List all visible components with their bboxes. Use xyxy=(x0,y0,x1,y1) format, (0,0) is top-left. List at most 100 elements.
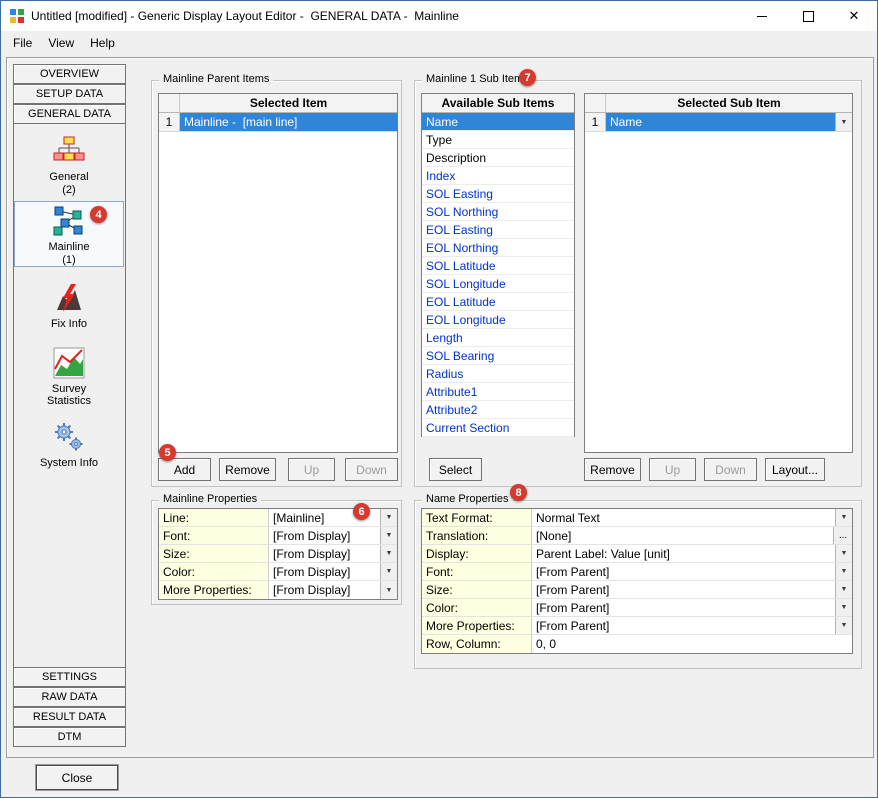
layout-button[interactable]: Layout... xyxy=(765,458,825,481)
sidebar-button-dtm[interactable]: DTM xyxy=(13,727,126,747)
property-label: Display: xyxy=(422,545,532,562)
list-item[interactable]: Current Section xyxy=(422,419,574,437)
list-item[interactable]: EOL Northing xyxy=(422,239,574,257)
menu-view[interactable]: View xyxy=(40,33,82,53)
dropdown-button[interactable]: ▼ xyxy=(835,599,852,616)
ellipsis-button[interactable]: ... xyxy=(833,527,852,544)
app-icon xyxy=(9,8,25,24)
dropdown-button[interactable]: ▼ xyxy=(380,527,397,544)
size-select[interactable]: [From Display] ▼ xyxy=(269,545,397,562)
list-item[interactable]: EOL Longitude xyxy=(422,311,574,329)
list-item[interactable]: Index xyxy=(422,167,574,185)
sidebar-button-settings[interactable]: SETTINGS xyxy=(13,667,126,687)
up-parent-button[interactable]: Up xyxy=(288,458,335,481)
list-item[interactable]: Type xyxy=(422,131,574,149)
selected-sub-item-table[interactable]: Selected Sub Item 1 Name ▼ xyxy=(584,93,853,453)
list-item[interactable]: Name xyxy=(422,113,574,131)
selected-sub-item-value[interactable]: Name xyxy=(606,113,835,131)
property-value: Parent Label: Value [unit] xyxy=(532,547,835,561)
property-label: More Properties: xyxy=(159,581,269,599)
list-item[interactable]: SOL Northing xyxy=(422,203,574,221)
list-item[interactable]: EOL Latitude xyxy=(422,293,574,311)
minimize-button[interactable] xyxy=(739,1,785,31)
more-properties-select[interactable]: [From Display] ▼ xyxy=(269,581,397,599)
name-properties-group-title: Name Properties xyxy=(422,493,513,505)
list-item[interactable]: EOL Easting xyxy=(422,221,574,239)
sidebar-item-mainline[interactable]: Mainline (1) xyxy=(14,201,124,267)
sidebar-button-result-data[interactable]: RESULT DATA xyxy=(13,707,126,727)
list-item[interactable]: Length xyxy=(422,329,574,347)
sidebar-button-general-data[interactable]: GENERAL DATA xyxy=(13,104,126,124)
dropdown-button[interactable]: ▼ xyxy=(835,545,852,562)
display-select[interactable]: Parent Label: Value [unit] ▼ xyxy=(532,545,852,562)
property-label: Line: xyxy=(159,509,269,526)
list-item[interactable]: SOL Latitude xyxy=(422,257,574,275)
list-item[interactable]: SOL Longitude xyxy=(422,275,574,293)
sidebar-item-label: System Info xyxy=(40,457,98,469)
up-sub-button[interactable]: Up xyxy=(649,458,696,481)
remove-parent-button[interactable]: Remove xyxy=(219,458,276,481)
table-row[interactable]: 1 Mainline - [main line] xyxy=(159,113,397,132)
property-row: Size: [From Parent] ▼ xyxy=(422,581,852,599)
list-item[interactable]: Radius xyxy=(422,365,574,383)
menu-file[interactable]: File xyxy=(5,33,40,53)
property-value: [From Parent] xyxy=(532,565,835,579)
sidebar-button-overview[interactable]: OVERVIEW xyxy=(13,64,126,84)
parent-items-table[interactable]: Selected Item 1 Mainline - [main line] xyxy=(158,93,398,453)
dropdown-button[interactable]: ▼ xyxy=(380,509,397,526)
text-format-select[interactable]: Normal Text ▼ xyxy=(532,509,852,526)
mainline-properties-group-title: Mainline Properties xyxy=(159,493,261,505)
maximize-button[interactable] xyxy=(785,1,831,31)
close-button[interactable]: Close xyxy=(36,765,118,790)
menu-help[interactable]: Help xyxy=(82,33,123,53)
font-select[interactable]: [From Parent] ▼ xyxy=(532,563,852,580)
dropdown-button[interactable]: ▼ xyxy=(380,563,397,580)
down-sub-button[interactable]: Down xyxy=(704,458,757,481)
add-button[interactable]: Add xyxy=(158,458,211,481)
row-number-header xyxy=(585,94,606,112)
chevron-down-icon: ▼ xyxy=(841,604,848,611)
color-select[interactable]: [From Display] ▼ xyxy=(269,563,397,580)
dropdown-button[interactable]: ▼ xyxy=(835,581,852,598)
dropdown-button[interactable]: ▼ xyxy=(380,545,397,562)
dropdown-button[interactable]: ▼ xyxy=(835,617,852,634)
sidebar-item-label: Fix Info xyxy=(51,318,87,330)
more-properties-select[interactable]: [From Parent] ▼ xyxy=(532,617,852,634)
property-value: [From Parent] xyxy=(532,601,835,615)
annotation-badge-8: 8 xyxy=(510,484,527,501)
property-label: Text Format: xyxy=(422,509,532,526)
window-title: Untitled [modified] - Generic Display La… xyxy=(31,9,459,23)
list-item[interactable]: SOL Easting xyxy=(422,185,574,203)
size-select[interactable]: [From Parent] ▼ xyxy=(532,581,852,598)
dropdown-button[interactable]: ▼ xyxy=(835,563,852,580)
dropdown-button[interactable]: ▼ xyxy=(835,113,852,131)
translation-field[interactable]: [None] ... xyxy=(532,527,852,544)
list-item[interactable]: Attribute1 xyxy=(422,383,574,401)
dropdown-button[interactable]: ▼ xyxy=(380,581,397,599)
list-item[interactable]: Attribute2 xyxy=(422,401,574,419)
font-select[interactable]: [From Display] ▼ xyxy=(269,527,397,544)
chevron-down-icon: ▼ xyxy=(841,568,848,575)
list-item[interactable]: SOL Bearing xyxy=(422,347,574,365)
table-header-row: Selected Item xyxy=(159,94,397,113)
dropdown-button[interactable]: ▼ xyxy=(835,509,852,526)
property-label: Size: xyxy=(159,545,269,562)
down-parent-button[interactable]: Down xyxy=(345,458,398,481)
available-sub-items-list[interactable]: Available Sub Items Name Type Descriptio… xyxy=(421,93,575,437)
line-select[interactable]: [Mainline] ▼ xyxy=(269,509,397,526)
select-button[interactable]: Select xyxy=(429,458,482,481)
color-select[interactable]: [From Parent] ▼ xyxy=(532,599,852,616)
sidebar-item-general[interactable]: General (2) xyxy=(14,135,124,196)
list-item[interactable]: Description xyxy=(422,149,574,167)
sidebar-button-raw-data[interactable]: RAW DATA xyxy=(13,687,126,707)
property-value: [From Display] xyxy=(269,547,380,561)
mainline-icon xyxy=(53,205,85,240)
sidebar-button-setup-data[interactable]: SETUP DATA xyxy=(13,84,126,104)
sidebar-item-survey-statistics[interactable]: Survey Statistics xyxy=(14,347,124,407)
table-row[interactable]: 1 Name ▼ xyxy=(585,113,852,132)
selected-parent-item[interactable]: Mainline - [main line] xyxy=(180,113,397,131)
close-window-button[interactable]: ✕ xyxy=(831,1,877,31)
sidebar-item-system-info[interactable]: System Info xyxy=(14,421,124,469)
remove-sub-button[interactable]: Remove xyxy=(584,458,641,481)
sidebar-item-fix-info[interactable]: Fix Info xyxy=(14,282,124,330)
